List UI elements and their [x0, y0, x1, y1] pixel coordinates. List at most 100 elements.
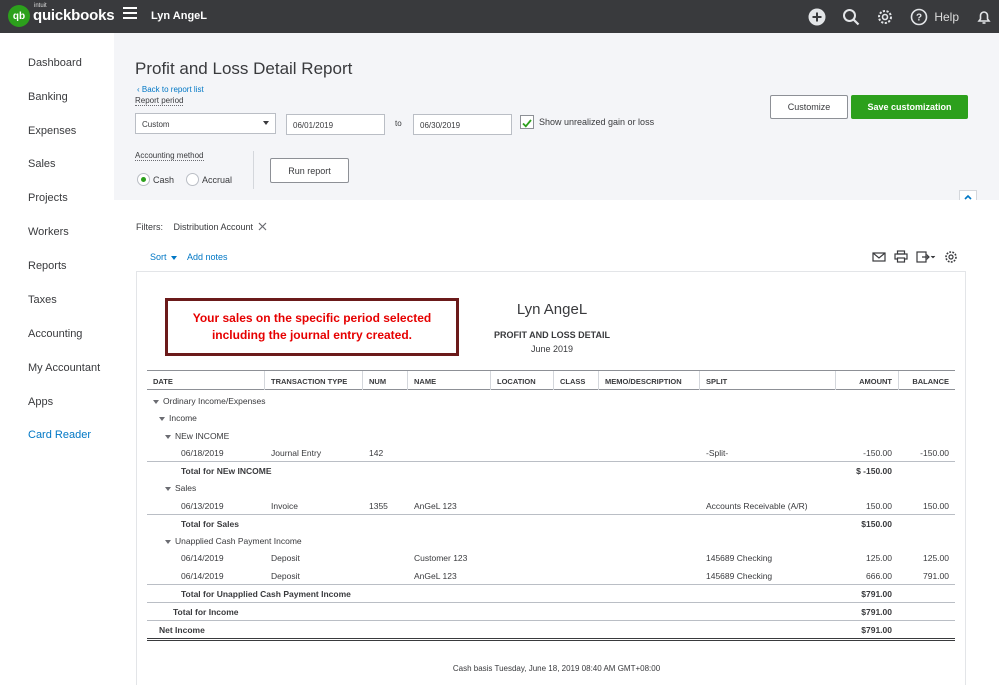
col-amount[interactable]: AMOUNT — [859, 377, 892, 386]
sidebar-item-banking[interactable]: Banking — [28, 91, 68, 103]
checkmark-icon — [522, 119, 532, 128]
col-sep — [362, 371, 363, 390]
collapse-triangle-icon[interactable] — [159, 416, 165, 421]
svg-text:?: ? — [916, 12, 922, 23]
collapse-triangle-icon[interactable] — [165, 434, 171, 439]
table-header: DATE TRANSACTION TYPE NUM NAME LOCATION … — [147, 370, 955, 390]
cash-radio[interactable] — [137, 173, 150, 186]
filter-chip-distribution-account[interactable]: Distribution Account — [174, 222, 267, 232]
unrealized-gain-label: Show unrealized gain or loss — [539, 117, 655, 127]
report-body: Your sales on the specific period select… — [136, 272, 966, 685]
section-row-sales[interactable]: Sales — [147, 479, 955, 496]
section-row-unapplied[interactable]: Unapplied Cash Payment Income — [147, 532, 955, 549]
table-row[interactable]: 06/18/2019 Journal Entry 142 -Split- -15… — [147, 444, 955, 461]
col-class[interactable]: CLASS — [560, 377, 585, 386]
sidebar-item-my-accountant[interactable]: My Accountant — [28, 362, 100, 374]
table-row[interactable]: 06/14/2019 Deposit AnGeL 123 145689 Chec… — [147, 567, 955, 584]
sort-dropdown[interactable]: Sort — [150, 252, 178, 262]
col-split[interactable]: SPLIT — [706, 377, 727, 386]
help-label[interactable]: Help — [934, 10, 959, 24]
col-sep — [407, 371, 408, 390]
help-icon[interactable]: ? — [910, 8, 928, 26]
col-sep — [553, 371, 554, 390]
print-icon[interactable] — [894, 250, 910, 264]
col-name[interactable]: NAME — [414, 377, 436, 386]
table-row[interactable]: 06/13/2019 Invoice 1355 AnGeL 123 Accoun… — [147, 497, 955, 514]
col-date[interactable]: DATE — [153, 377, 173, 386]
sidebar-item-reports[interactable]: Reports — [28, 260, 67, 272]
col-location[interactable]: LOCATION — [497, 377, 536, 386]
back-to-report-list-link[interactable]: ‹ Back to report list — [137, 85, 204, 94]
run-report-button[interactable]: Run report — [270, 158, 349, 183]
report-toolbar: Sort Add notes — [136, 244, 966, 272]
col-num[interactable]: NUM — [369, 377, 386, 386]
col-balance[interactable]: BALANCE — [912, 377, 949, 386]
net-income-row: Net Income $791.00 — [147, 620, 955, 641]
report-period-label: Report period — [135, 96, 184, 106]
collapse-triangle-icon[interactable] — [165, 486, 171, 491]
top-bar: qb intuit quickbooks Lyn AngeL ? Help — [0, 0, 999, 33]
chevron-down-icon — [263, 121, 269, 125]
logo-name-text: quickbooks — [33, 7, 115, 24]
sidebar-item-projects[interactable]: Projects — [28, 192, 68, 204]
sort-chevron-down-icon — [171, 255, 178, 260]
total-row-new-income: Total for NEw INCOME $ -150.00 — [147, 461, 955, 478]
quickbooks-logo[interactable]: qb intuit quickbooks — [8, 3, 115, 27]
accounting-method-label: Accounting method — [135, 151, 204, 161]
total-row-income: Total for Income $791.00 — [147, 602, 955, 619]
col-memo[interactable]: MEMO/DESCRIPTION — [605, 377, 682, 386]
sidebar-item-dashboard[interactable]: Dashboard — [28, 57, 82, 69]
add-notes-link[interactable]: Add notes — [187, 252, 228, 262]
email-icon[interactable] — [872, 250, 888, 264]
col-sep — [598, 371, 599, 390]
gear-icon[interactable] — [876, 8, 894, 26]
save-customization-button[interactable]: Save customization — [851, 95, 968, 119]
report-panel: Filters: Distribution Account Sort Add n… — [114, 200, 999, 685]
customize-button[interactable]: Customize — [770, 95, 848, 119]
report-company-name: Lyn AngeL — [516, 301, 588, 318]
sidebar-item-workers[interactable]: Workers — [28, 226, 69, 238]
table-row[interactable]: 06/14/2019 Deposit Customer 123 145689 C… — [147, 549, 955, 566]
filters-label: Filters: — [136, 222, 163, 232]
collapse-triangle-icon[interactable] — [153, 399, 159, 404]
section-row-income[interactable]: Income — [147, 409, 955, 426]
col-sep — [699, 371, 700, 390]
date-from-input[interactable]: 06/01/2019 — [286, 114, 385, 135]
report-period-value: Custom — [142, 120, 170, 129]
settings-gear-icon[interactable] — [944, 250, 960, 264]
search-icon[interactable] — [842, 8, 860, 26]
total-row-unapplied: Total for Unapplied Cash Payment Income … — [147, 584, 955, 601]
report-period: June 2019 — [530, 344, 574, 354]
page-title: Profit and Loss Detail Report — [135, 59, 353, 78]
section-row-ordinary[interactable]: Ordinary Income/Expenses — [147, 392, 955, 409]
hamburger-menu-icon[interactable] — [123, 7, 137, 19]
close-icon[interactable] — [258, 222, 267, 231]
col-sep — [835, 371, 836, 390]
sidebar-item-card-reader[interactable]: Card Reader — [28, 429, 91, 441]
date-to-input[interactable]: 06/30/2019 — [413, 114, 512, 135]
create-plus-icon[interactable] — [808, 8, 826, 26]
sidebar-item-accounting[interactable]: Accounting — [28, 328, 82, 340]
accrual-radio[interactable] — [186, 173, 199, 186]
accrual-radio-label: Accrual — [202, 175, 233, 185]
sidebar-item-taxes[interactable]: Taxes — [28, 294, 57, 306]
notification-bell-icon[interactable] — [975, 8, 993, 26]
left-nav-sidebar: Dashboard Banking Expenses Sales Project… — [0, 33, 114, 685]
report-title: PROFIT AND LOSS DETAIL — [494, 330, 610, 340]
unrealized-gain-checkbox[interactable] — [520, 115, 534, 129]
qb-logo-icon: qb — [8, 5, 30, 27]
sidebar-item-apps[interactable]: Apps — [28, 396, 53, 408]
total-row-sales: Total for Sales $150.00 — [147, 514, 955, 531]
company-name: Lyn AngeL — [151, 10, 208, 22]
report-period-select[interactable]: Custom — [135, 113, 276, 134]
col-transaction-type[interactable]: TRANSACTION TYPE — [271, 377, 347, 386]
collapse-triangle-icon[interactable] — [165, 539, 171, 544]
export-icon[interactable] — [916, 250, 936, 264]
divider — [253, 151, 254, 189]
date-to-label: to — [395, 119, 402, 128]
sidebar-item-expenses[interactable]: Expenses — [28, 125, 76, 137]
section-row-new-income[interactable]: NEw INCOME — [147, 427, 955, 444]
col-sep — [264, 371, 265, 390]
sidebar-item-sales[interactable]: Sales — [28, 158, 56, 170]
logo-intuit-text: intuit — [34, 3, 47, 9]
